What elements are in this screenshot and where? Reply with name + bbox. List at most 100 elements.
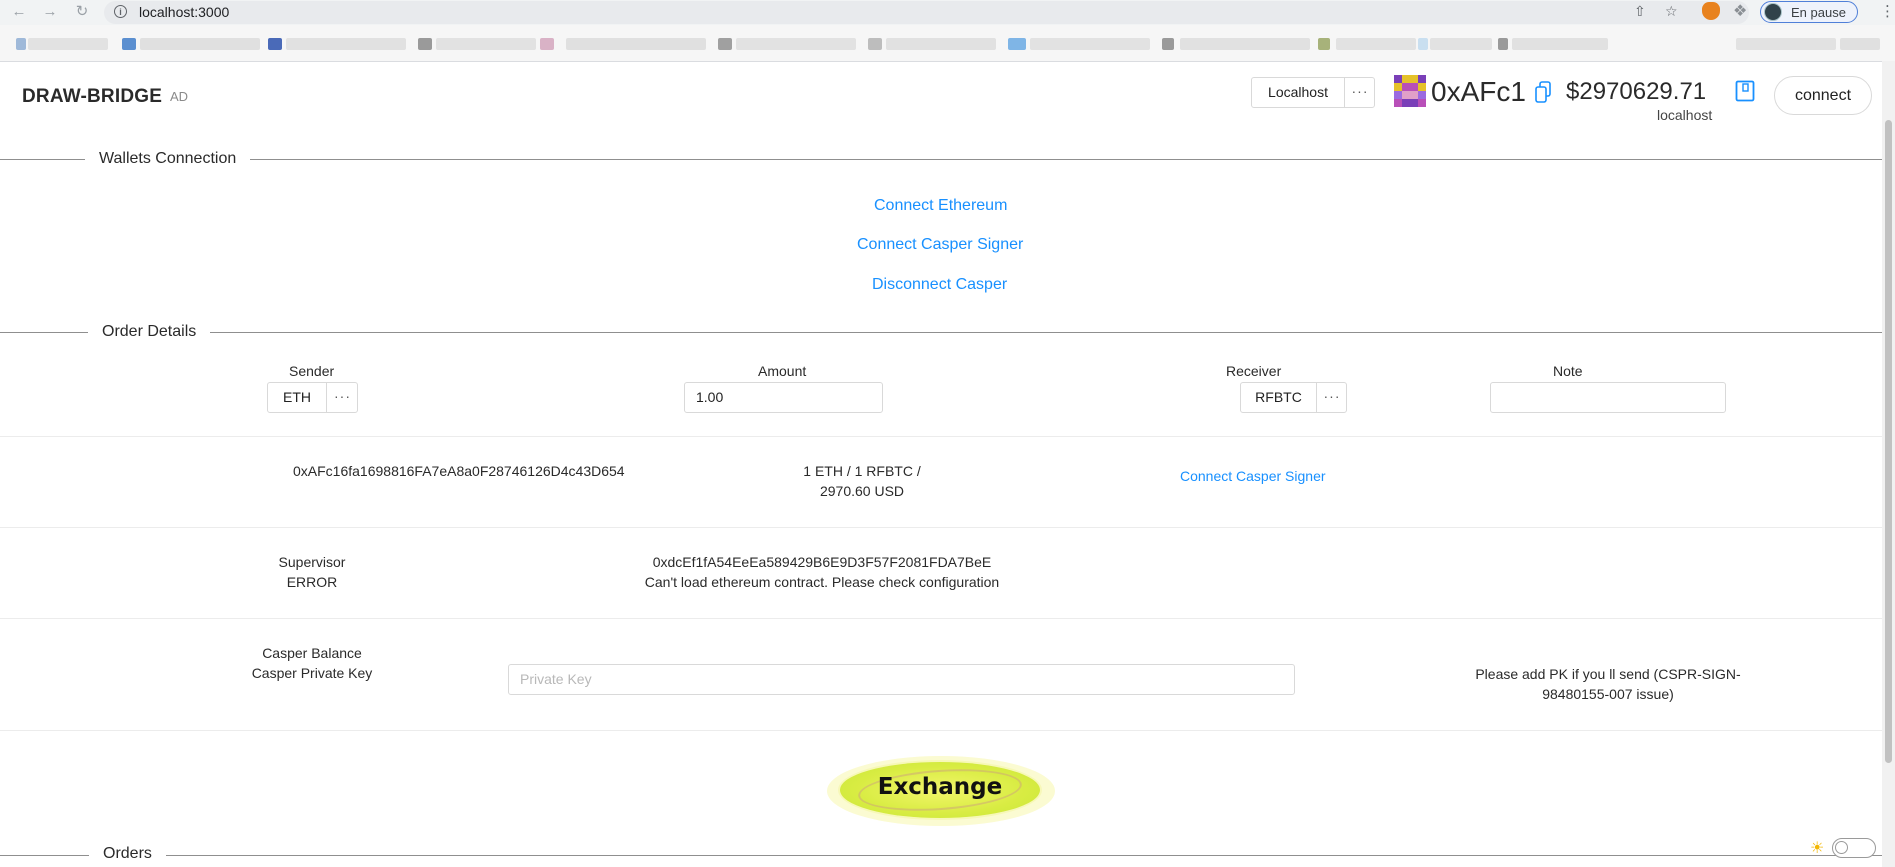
sender-select[interactable]: ETH ···	[267, 382, 358, 413]
forward-icon[interactable]: →	[40, 2, 60, 22]
address-bar[interactable]: i localhost:3000 ⇧ ☆	[104, 1, 1749, 24]
bookmark-favicon[interactable]	[1418, 38, 1428, 50]
receiver-label: Receiver	[1226, 363, 1282, 379]
bookmark-item[interactable]	[1030, 38, 1150, 50]
connect-ethereum-link[interactable]: Connect Ethereum	[874, 197, 1007, 215]
scrollbar-thumb[interactable]	[1885, 120, 1892, 763]
app-subtitle: AD	[170, 89, 189, 104]
sun-icon: ☀	[1810, 840, 1825, 857]
bookmark-item[interactable]	[1840, 38, 1880, 50]
bookmark-item[interactable]	[1430, 38, 1492, 50]
network-select-label[interactable]: Localhost	[1252, 78, 1344, 107]
section-divider	[0, 855, 1882, 856]
bookmark-favicon[interactable]	[540, 38, 554, 50]
amount-input[interactable]: 1.00	[684, 382, 883, 413]
browser-toolbar: ← → ↻ i localhost:3000 ⇧ ☆ ❖ En pause ⋮	[0, 0, 1895, 25]
section-divider	[0, 332, 1882, 333]
supervisor-block: Supervisor ERROR	[252, 554, 372, 590]
bookmark-favicon[interactable]	[418, 38, 432, 50]
bookmark-favicon[interactable]	[122, 38, 136, 50]
bookmark-star-icon[interactable]: ☆	[1665, 3, 1678, 20]
disconnect-casper-link[interactable]: Disconnect Casper	[872, 276, 1007, 294]
bookmark-item[interactable]	[140, 38, 260, 50]
share-icon[interactable]: ⇧	[1634, 3, 1646, 20]
bookmark-item[interactable]	[1512, 38, 1608, 50]
bookmarks-bar	[0, 25, 1895, 62]
receiver-select[interactable]: RFBTC ···	[1240, 382, 1347, 413]
bookmark-item[interactable]	[736, 38, 856, 50]
wallet-icon[interactable]	[1735, 80, 1755, 102]
connect-casper-signer-link[interactable]: Connect Casper Signer	[857, 236, 1023, 254]
profile-button[interactable]: En pause	[1760, 1, 1858, 23]
bookmark-item[interactable]	[28, 38, 108, 50]
account-address[interactable]: 0xAFc1	[1431, 76, 1526, 108]
back-icon[interactable]: ←	[9, 2, 29, 22]
exchange-button-label[interactable]: Exchange	[840, 774, 1040, 800]
theme-toggle-knob	[1835, 841, 1848, 854]
note-input[interactable]	[1490, 382, 1726, 413]
receiver-more-button[interactable]: ···	[1316, 383, 1347, 412]
private-key-note-line-2: 98480155-007 issue)	[1542, 686, 1674, 702]
bookmark-favicon[interactable]	[1498, 38, 1508, 50]
bookmark-favicon[interactable]	[268, 38, 282, 50]
theme-toggle[interactable]	[1832, 838, 1876, 858]
bookmark-item[interactable]	[1336, 38, 1416, 50]
casper-block: Casper Balance Casper Private Key	[232, 645, 392, 681]
orders-section-title: Orders	[89, 845, 166, 863]
info-icon[interactable]: i	[114, 5, 127, 18]
sender-select-value[interactable]: ETH	[268, 383, 326, 412]
account-avatar	[1394, 75, 1426, 107]
private-key-input[interactable]: Private Key	[508, 664, 1295, 695]
network-name: localhost	[1657, 107, 1713, 123]
contract-address: 0xdcEf1fA54EeEa589429B6E9D3F57F2081FDA7B…	[652, 554, 992, 570]
private-key-note: Please add PK if you ll send (CSPR-SIGN-…	[1450, 666, 1766, 702]
network-more-button[interactable]: ···	[1344, 78, 1375, 107]
copy-icon[interactable]	[1535, 81, 1551, 103]
ethereum-address: 0xAFc16fa1698816FA7eA8a0F28746126D4c43D6…	[293, 463, 625, 479]
wallets-section-title: Wallets Connection	[85, 150, 251, 168]
reload-icon[interactable]: ↻	[72, 2, 92, 22]
exchange-rate-line-1: 1 ETH / 1 RFBTC /	[803, 463, 921, 479]
url-text: localhost:3000	[139, 4, 230, 20]
bookmark-favicon[interactable]	[16, 38, 26, 50]
row-divider	[0, 730, 1882, 731]
bookmark-favicon[interactable]	[868, 38, 882, 50]
supervisor-label: Supervisor	[278, 554, 346, 570]
receiver-select-value[interactable]: RFBTC	[1241, 383, 1316, 412]
amount-label: Amount	[758, 363, 807, 379]
sender-more-button[interactable]: ···	[326, 383, 358, 412]
row-divider	[0, 618, 1882, 619]
bookmark-favicon[interactable]	[1318, 38, 1330, 50]
contract-error: Can't load ethereum contract. Please che…	[644, 574, 1000, 590]
account-balance: $2970629.71	[1566, 78, 1707, 105]
bookmark-item[interactable]	[436, 38, 536, 50]
profile-status: En pause	[1791, 5, 1846, 20]
bookmark-item[interactable]	[566, 38, 706, 50]
order-section-title: Order Details	[88, 323, 211, 341]
bookmark-item[interactable]	[1180, 38, 1310, 50]
exchange-rate: 1 ETH / 1 RFBTC / 2970.60 USD	[762, 463, 962, 499]
bookmark-favicon[interactable]	[1162, 38, 1174, 50]
connect-casper-signer-order-link[interactable]: Connect Casper Signer	[1180, 468, 1326, 484]
kebab-menu-icon[interactable]: ⋮	[1880, 2, 1895, 20]
casper-balance-label: Casper Balance	[262, 645, 362, 661]
app-title: DRAW-BRIDGE	[22, 86, 163, 107]
metamask-extension-icon[interactable]	[1702, 2, 1720, 20]
casper-private-key-label: Casper Private Key	[251, 665, 373, 681]
connect-button[interactable]: connect	[1774, 76, 1872, 115]
contract-info: 0xdcEf1fA54EeEa589429B6E9D3F57F2081FDA7B…	[622, 554, 1022, 590]
bookmark-item[interactable]	[286, 38, 406, 50]
sender-label: Sender	[289, 363, 335, 379]
bookmark-favicon[interactable]	[718, 38, 732, 50]
bookmark-favicon[interactable]	[1008, 38, 1026, 50]
section-divider	[0, 159, 1882, 160]
note-label: Note	[1553, 363, 1583, 379]
supervisor-status: ERROR	[286, 574, 338, 590]
bookmark-item[interactable]	[886, 38, 996, 50]
network-select[interactable]: Localhost ···	[1251, 77, 1375, 108]
private-key-note-line-1: Please add PK if you ll send (CSPR-SIGN-	[1475, 666, 1741, 682]
bookmark-item[interactable]	[1736, 38, 1836, 50]
profile-avatar	[1764, 3, 1782, 21]
row-divider	[0, 436, 1882, 437]
extensions-puzzle-icon[interactable]: ❖	[1733, 1, 1747, 21]
